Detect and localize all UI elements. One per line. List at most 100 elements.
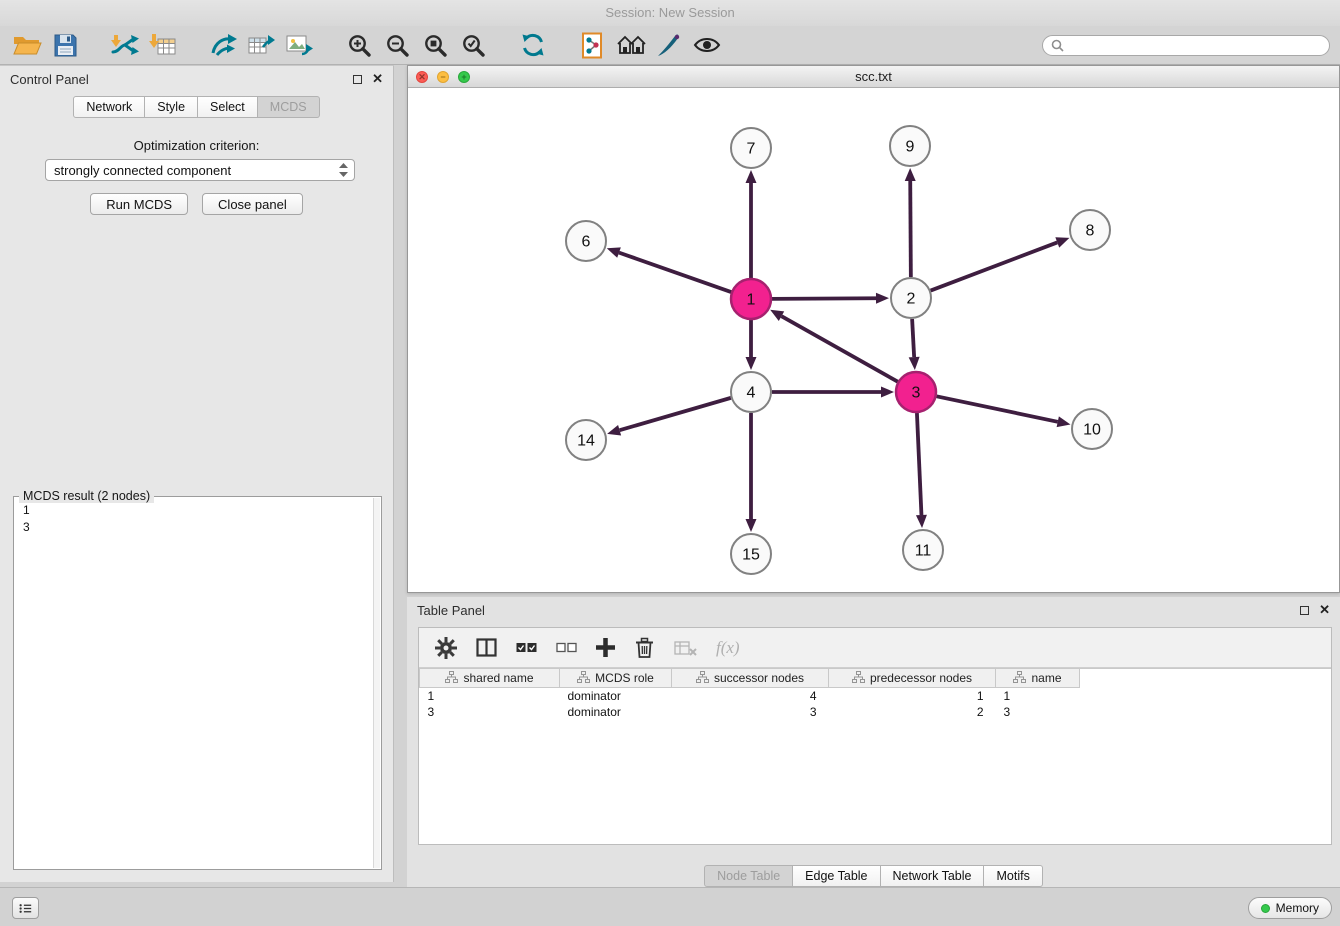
zoom-out-button[interactable] — [378, 29, 416, 61]
node-table-header-row: shared nameMCDS rolesuccessor nodesprede… — [420, 669, 1332, 688]
tab-motifs[interactable]: Motifs — [984, 865, 1042, 887]
tab-network[interactable]: Network — [73, 96, 145, 118]
function-builder-button[interactable]: f(x) — [716, 638, 740, 658]
tab-node-table[interactable]: Node Table — [704, 865, 793, 887]
graph-node-2[interactable]: 2 — [891, 278, 931, 318]
export-image-icon — [285, 32, 313, 58]
control-panel-header: Control Panel ✕ — [0, 66, 393, 92]
column-header-mcds_role[interactable]: MCDS role — [560, 669, 672, 688]
float-panel-icon[interactable] — [353, 75, 362, 84]
graph-node-3[interactable]: 3 — [896, 372, 936, 412]
svg-text:9: 9 — [906, 139, 915, 156]
window-zoom-button[interactable]: + — [458, 71, 470, 83]
run-mcds-button[interactable]: Run MCDS — [90, 193, 188, 215]
graph-edge-2-8[interactable] — [931, 237, 1070, 290]
tab-network-table[interactable]: Network Table — [881, 865, 985, 887]
save-icon — [53, 33, 78, 58]
zoom-in-button[interactable] — [340, 29, 378, 61]
graph-edge-3-1[interactable] — [770, 310, 898, 382]
tab-style[interactable]: Style — [145, 96, 198, 118]
table-mode-button[interactable] — [435, 637, 457, 659]
window-close-button[interactable]: ✕ — [416, 71, 428, 83]
close-panel-button[interactable]: Close panel — [202, 193, 303, 215]
zoom-fit-button[interactable] — [416, 29, 454, 61]
show-hide-button[interactable] — [688, 29, 726, 61]
table-panel: Table Panel ✕ — [407, 597, 1340, 887]
tab-mcds[interactable]: MCDS — [258, 96, 320, 118]
task-history-button[interactable] — [12, 897, 39, 919]
table-row[interactable]: 3dominator323 — [420, 704, 1332, 720]
graph-edge-1-7[interactable] — [746, 170, 757, 278]
title-bar: Session: New Session — [0, 0, 1340, 26]
apply-style-button[interactable] — [650, 29, 688, 61]
import-table-button[interactable] — [144, 29, 182, 61]
graph-node-10[interactable]: 10 — [1072, 409, 1112, 449]
select-all-button[interactable] — [516, 639, 537, 656]
criterion-dropdown[interactable]: strongly connected component — [45, 159, 355, 181]
apply-layout-button[interactable] — [514, 29, 552, 61]
graph-node-14[interactable]: 14 — [566, 420, 606, 460]
open-session-button[interactable] — [8, 29, 46, 61]
close-table-panel-icon[interactable]: ✕ — [1319, 604, 1330, 616]
optimization-criterion-label: Optimization criterion: — [0, 138, 393, 153]
control-panel-title: Control Panel — [10, 72, 89, 87]
graph-node-7[interactable]: 7 — [731, 128, 771, 168]
criterion-value: strongly connected component — [54, 163, 339, 178]
svg-text:8: 8 — [1086, 223, 1095, 240]
graph-edge-4-15[interactable] — [746, 413, 757, 532]
graph-node-15[interactable]: 15 — [731, 534, 771, 574]
svg-text:15: 15 — [742, 547, 760, 564]
first-neighbors-button[interactable] — [612, 29, 650, 61]
new-column-button[interactable] — [596, 638, 615, 657]
column-header-predecessor_nodes[interactable]: predecessor nodes — [829, 669, 996, 688]
result-scrollbar[interactable] — [373, 498, 380, 868]
network-window-titlebar: ✕ − + scc.txt — [408, 66, 1339, 88]
zoom-selected-button[interactable] — [454, 29, 492, 61]
delete-columns-button[interactable] — [634, 637, 655, 659]
column-header-successor_nodes[interactable]: successor nodes — [672, 669, 829, 688]
graph-node-1[interactable]: 1 — [731, 279, 771, 319]
import-network-button[interactable] — [106, 29, 144, 61]
graph-edge-1-4[interactable] — [746, 320, 757, 370]
network-canvas[interactable]: 7 9 6 8 1 2 4 3 14 10 15 11 — [408, 89, 1339, 593]
graph-edge-4-3[interactable] — [772, 387, 894, 398]
graph-node-11[interactable]: 11 — [903, 530, 943, 570]
graph-edge-4-14[interactable] — [607, 398, 731, 436]
new-network-button[interactable] — [204, 29, 242, 61]
graph-edge-1-2[interactable] — [772, 293, 889, 304]
graph-node-8[interactable]: 8 — [1070, 210, 1110, 250]
float-table-panel-icon[interactable] — [1300, 606, 1309, 615]
window-minimize-button[interactable]: − — [437, 71, 449, 83]
mcds-result-title: MCDS result (2 nodes) — [19, 489, 154, 503]
memory-button[interactable]: Memory — [1248, 897, 1332, 919]
column-header-name[interactable]: name — [996, 669, 1080, 688]
network-overview-button[interactable] — [574, 29, 612, 61]
table-panel-header: Table Panel ✕ — [407, 597, 1340, 623]
tab-edge-table[interactable]: Edge Table — [793, 865, 880, 887]
new-table-button[interactable] — [242, 29, 280, 61]
graph-node-4[interactable]: 4 — [731, 372, 771, 412]
show-columns-button[interactable] — [476, 638, 497, 657]
column-header-shared_name[interactable]: shared name — [420, 669, 560, 688]
graph-edge-1-6[interactable] — [607, 247, 731, 292]
close-panel-icon[interactable]: ✕ — [372, 73, 383, 85]
application-window: Session: New Session — [0, 0, 1340, 926]
delete-table-button[interactable] — [674, 639, 697, 657]
refresh-icon — [520, 32, 546, 58]
table-row[interactable]: 1dominator411 — [420, 688, 1332, 704]
export-image-button[interactable] — [280, 29, 318, 61]
network-document-icon — [581, 32, 605, 59]
search-input[interactable] — [1069, 38, 1321, 54]
tab-select[interactable]: Select — [198, 96, 258, 118]
node-table-body: 1dominator4113dominator323 — [420, 688, 1332, 720]
plus-icon — [596, 638, 615, 657]
graph-node-6[interactable]: 6 — [566, 221, 606, 261]
search-box[interactable] — [1042, 35, 1330, 56]
graph-node-9[interactable]: 9 — [890, 126, 930, 166]
graph-edge-2-3[interactable] — [909, 319, 920, 370]
unselect-all-button[interactable] — [556, 639, 577, 656]
graph-edge-2-9[interactable] — [905, 168, 916, 277]
graph-edge-3-10[interactable] — [937, 396, 1071, 427]
graph-edge-3-11[interactable] — [916, 413, 927, 528]
save-session-button[interactable] — [46, 29, 84, 61]
